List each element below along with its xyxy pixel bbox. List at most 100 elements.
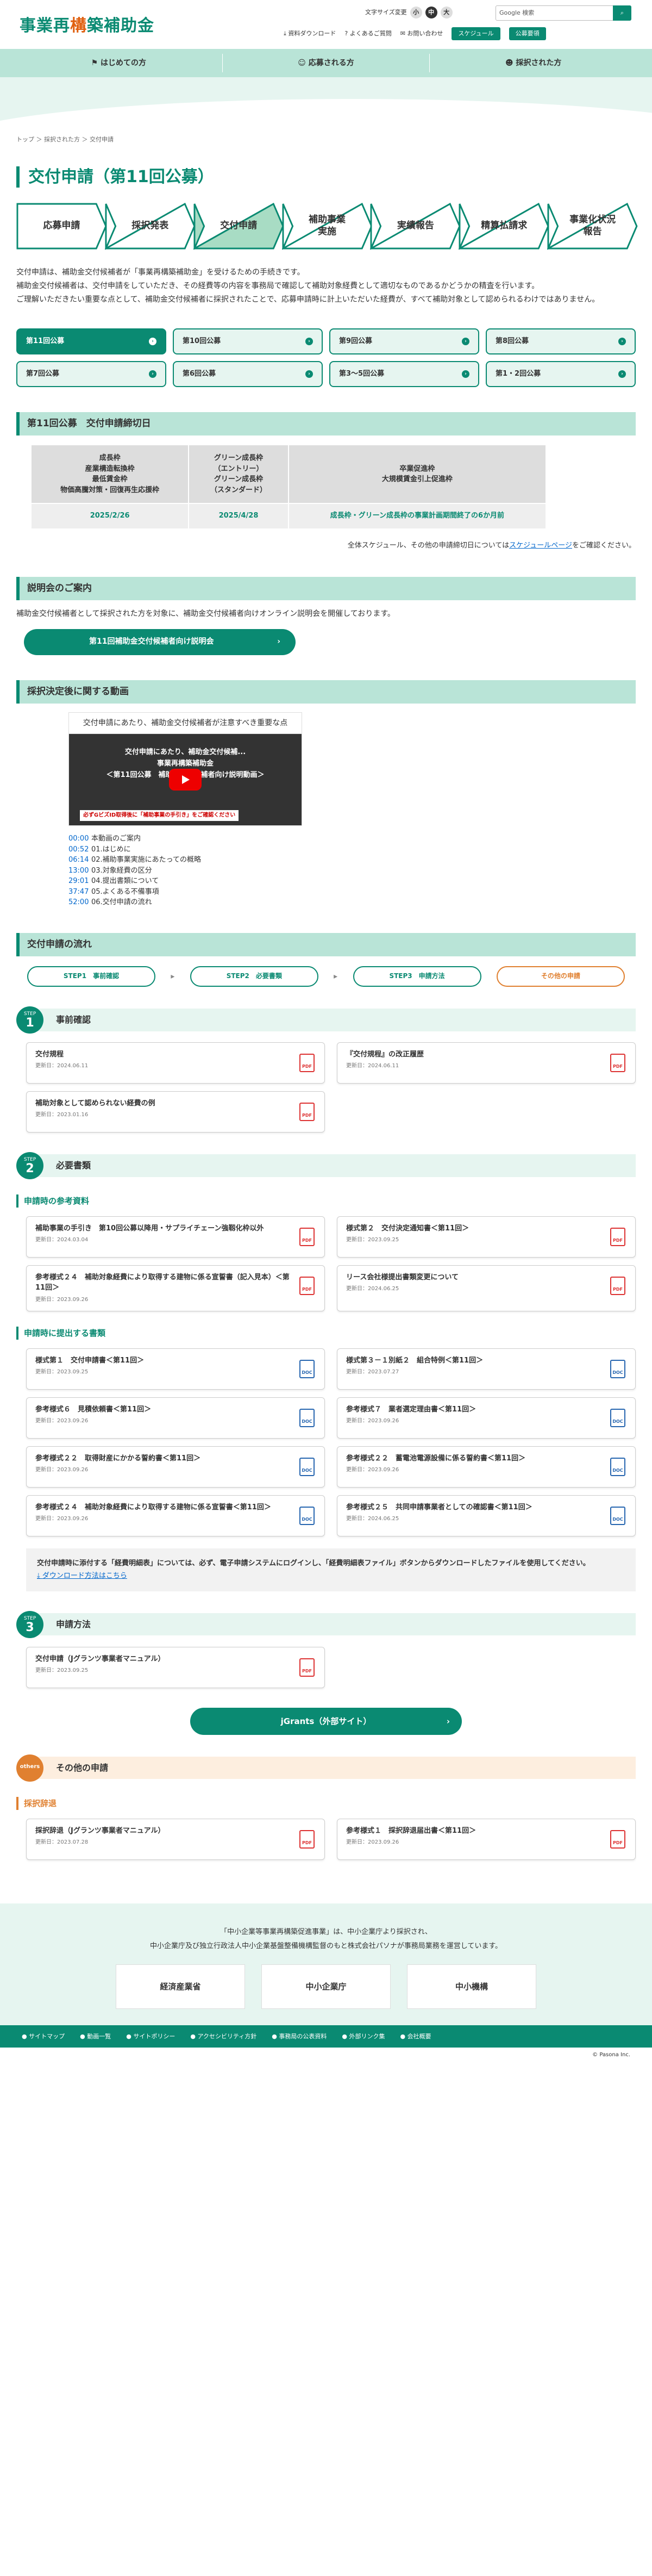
site-header: 事業再構築補助金 文字サイズ変更小中大 Google 検索 ⌕ ⤓ 資料ダウンロー…	[0, 0, 652, 49]
chapter-item[interactable]: 29:01 04.提出書類について	[68, 876, 302, 887]
briefing-button[interactable]: 第11回補助金交付候補者向け説明会 ›	[24, 629, 296, 655]
koubo-button[interactable]: 公募要領	[509, 27, 546, 40]
tab-step3[interactable]: STEP3 申請方法	[353, 966, 481, 987]
breadcrumb[interactable]: トップ ＞ 採択された方 ＞ 交付申請	[16, 135, 636, 145]
footer-nav-link[interactable]: ● サイトポリシー	[126, 2032, 175, 2042]
nav-adopted[interactable]: ☻ 採択された方	[430, 54, 637, 72]
document-card[interactable]: 補助対象として認められない経費の例 更新日：2023.01.16 PDF	[26, 1091, 325, 1133]
font-mid-button[interactable]: 中	[425, 7, 437, 18]
submit-docs-cards: 様式第１ 交付申請書＜第11回＞ 更新日：2023.09.25 DOC 様式第３－１別…	[16, 1348, 636, 1536]
search-input[interactable]: Google 検索 ⌕	[496, 5, 631, 21]
round-button[interactable]: 第10回公募 ›	[173, 328, 323, 355]
document-card[interactable]: 参考様式２２ 蓄電池電源設備に係る誓約書＜第11回＞ 更新日：2023.09.26…	[337, 1446, 636, 1488]
footer-nav-link[interactable]: ● アクセシビリティ方針	[190, 2032, 256, 2042]
document-card[interactable]: 参考様式２４ 補助対象経費により取得する建物に係る宣誓書（記入見本）＜第11回＞…	[26, 1265, 325, 1311]
document-card[interactable]: 様式第３－１別紙２ 組合特例＜第11回＞ 更新日：2023.07.27 DOC	[337, 1348, 636, 1390]
expense-note: 交付申請時に添付する「経費明細表」については、必ず、電子申請システムにログインし…	[26, 1548, 636, 1591]
download-method-link[interactable]: ⤓ ダウンロード方法はこちら	[37, 1572, 127, 1580]
chapter-item[interactable]: 06:14 02.補助事業実施にあたっての概略	[68, 855, 302, 866]
document-card[interactable]: 参考様式２４ 補助対象経費により取得する建物に係る宣誓書＜第11回＞ 更新日：20…	[26, 1495, 325, 1536]
round-button[interactable]: 第11回公募 ›	[16, 328, 166, 355]
tab-others[interactable]: その他の申請	[496, 966, 625, 987]
document-card[interactable]: 参考様式７ 業者選定理由書＜第11回＞ 更新日：2023.09.26 DOC	[337, 1397, 636, 1439]
document-card[interactable]: 参考様式２２ 取得財産にかかる誓約書＜第11回＞ 更新日：2023.09.26 DO…	[26, 1446, 325, 1488]
round-button[interactable]: 第6回公募 ›	[173, 361, 323, 388]
nav-applicants[interactable]: ☺ 応募される方	[223, 53, 430, 73]
search-icon[interactable]: ⌕	[613, 5, 631, 21]
card-title: 補助事業の手引き 第10回公募以降用・サプライチェーン強靱化枠以外	[35, 1224, 264, 1233]
card-title: 参考様式２２ 取得財産にかかる誓約書＜第11回＞	[35, 1454, 201, 1463]
document-card[interactable]: 補助事業の手引き 第10回公募以降用・サプライチェーン強靱化枠以外 更新日：202…	[26, 1216, 325, 1258]
tab-step2[interactable]: STEP2 必要書類	[190, 966, 318, 987]
card-title: 交付規程	[35, 1050, 64, 1059]
footer-nav-link[interactable]: ● サイトマップ	[22, 2032, 65, 2042]
header-links: ⤓ 資料ダウンロード ? よくあるご質問 ✉ お問い合わせ スケジュール 公募要…	[284, 27, 546, 40]
document-card[interactable]: 参考様式６ 見積依頼書＜第11回＞ 更新日：2023.09.26 DOC	[26, 1397, 325, 1439]
deadline-table: 成長枠 産業構造転換枠 最低賃金枠 物価高騰対策・回復再生応援枠 グリーン成長枠 （エン…	[30, 444, 547, 530]
document-card[interactable]: 交付申請（Jグランツ事業者マニュアル） 更新日：2023.09.25 PDF	[26, 1646, 325, 1688]
chapter-item[interactable]: 52:00 06.交付申請の流れ	[68, 897, 302, 908]
font-small-button[interactable]: 小	[410, 7, 422, 18]
chapter-item[interactable]: 00:52 01.はじめに	[68, 844, 302, 855]
ref-docs-cards: 補助事業の手引き 第10回公募以降用・サプライチェーン強靱化枠以外 更新日：202…	[16, 1216, 636, 1311]
meti-logo[interactable]: 経済産業省	[116, 1964, 245, 2009]
schedule-page-link[interactable]: スケジュールページ	[509, 542, 572, 550]
footer-nav-link[interactable]: ● 事務局の公表資料	[272, 2032, 327, 2042]
font-large-button[interactable]: 大	[440, 7, 453, 18]
smrj-logo[interactable]: 中小機構	[407, 1964, 536, 2009]
others-badge: others	[16, 1754, 43, 1782]
document-card[interactable]: 『交付規程』の改正履歴 更新日：2024.06.11 PDF	[337, 1042, 636, 1084]
font-size-label: 文字サイズ変更	[365, 9, 407, 16]
document-card[interactable]: 様式第２ 交付決定通知書＜第11回＞ 更新日：2023.09.25 PDF	[337, 1216, 636, 1258]
page-title: 交付申請（第11回公募）	[16, 166, 636, 188]
video-thumbnail[interactable]: 交付申請にあたり、補助金交付候補... 事業再構築補助金 ＜第11回公募 補助金交付…	[68, 733, 302, 826]
process-step: 精算払請求	[459, 202, 549, 250]
chapter-item[interactable]: 13:00 03.対象経費の区分	[68, 866, 302, 876]
site-logo[interactable]: 事業再構築補助金	[20, 13, 154, 39]
round-button[interactable]: 第7回公募 ›	[16, 361, 166, 388]
jgrants-button[interactable]: jGrants（外部サイト） ›	[190, 1707, 462, 1735]
round-button[interactable]: 第3〜5回公募 ›	[329, 361, 479, 388]
document-card[interactable]: 採択辞退（Jグランツ事業者マニュアル） 更新日：2023.07.28 PDF	[26, 1818, 325, 1860]
chapter-item[interactable]: 00:00 本動画のご案内	[68, 833, 302, 844]
footer-nav-link[interactable]: ● 外部リンク集	[342, 2032, 385, 2042]
step2-title: 必要書類	[30, 1154, 636, 1177]
document-card[interactable]: 交付規程 更新日：2024.06.11 PDF	[26, 1042, 325, 1084]
card-date: 更新日：2024.06.25	[346, 1516, 399, 1522]
doc-file-icon: DOC	[299, 1408, 315, 1427]
step-badge: STEP 2	[16, 1152, 43, 1179]
document-card[interactable]: 様式第１ 交付申請書＜第11回＞ 更新日：2023.09.25 DOC	[26, 1348, 325, 1390]
chapter-item[interactable]: 37:47 05.よくある不備事項	[68, 887, 302, 898]
tab-step1[interactable]: STEP1 事前確認	[27, 966, 155, 987]
document-card[interactable]: リース会社様提出書類変更について 更新日：2024.06.25 PDF	[337, 1265, 636, 1311]
doc-file-icon: DOC	[299, 1359, 315, 1378]
schedule-button[interactable]: スケジュール	[452, 27, 500, 40]
document-card[interactable]: 参考様式２５ 共同申請事業者としての確認書＜第11回＞ 更新日：2024.06.2…	[337, 1495, 636, 1536]
card-date: 更新日：2023.09.26	[35, 1467, 89, 1473]
download-link[interactable]: ⤓ 資料ダウンロード	[284, 29, 336, 39]
faq-link[interactable]: ? よくあるご質問	[344, 29, 391, 39]
step3-cards: 交付申請（Jグランツ事業者マニュアル） 更新日：2023.09.25 PDF	[16, 1646, 636, 1688]
ref-docs-heading: 申請時の参考資料	[16, 1194, 636, 1208]
round-button[interactable]: 第9回公募 ›	[329, 328, 479, 355]
card-title: リース会社様提出書類変更について	[346, 1273, 459, 1281]
card-title: 参考様式６ 見積依頼書＜第11回＞	[35, 1405, 152, 1414]
chevron-right-icon: ›	[149, 370, 156, 378]
chusho-logo[interactable]: 中小企業庁	[261, 1964, 391, 2009]
arrow-right-icon: ▸	[334, 972, 338, 981]
round-button[interactable]: 第8回公募 ›	[486, 328, 636, 355]
play-icon[interactable]	[169, 769, 202, 791]
pdf-file-icon: PDF	[610, 1830, 625, 1849]
doc-file-icon: DOC	[299, 1457, 315, 1476]
card-date: 更新日：2023.09.25	[35, 1369, 89, 1376]
nav-beginners[interactable]: ⚑ はじめての方	[15, 53, 223, 73]
contact-link[interactable]: ✉ お問い合わせ	[400, 29, 443, 39]
document-card[interactable]: 参考様式１ 採択辞退届出書＜第11回＞ 更新日：2023.09.26 PDF	[337, 1818, 636, 1860]
pdf-file-icon: PDF	[299, 1053, 315, 1072]
deadline-col-2: グリーン成長枠 （エントリー） グリーン成長枠 （スタンダード）	[188, 444, 289, 505]
footer-nav-link[interactable]: ● 会社概要	[400, 2032, 431, 2042]
video-embed[interactable]: 交付申請にあたり、補助金交付候補者が注意すべき重要な点 交付申請にあたり、補助金…	[68, 712, 302, 908]
round-button[interactable]: 第1・2回公募 ›	[486, 361, 636, 388]
video-heading: 採択決定後に関する動画	[16, 680, 636, 704]
footer-nav-link[interactable]: ● 動画一覧	[80, 2032, 111, 2042]
